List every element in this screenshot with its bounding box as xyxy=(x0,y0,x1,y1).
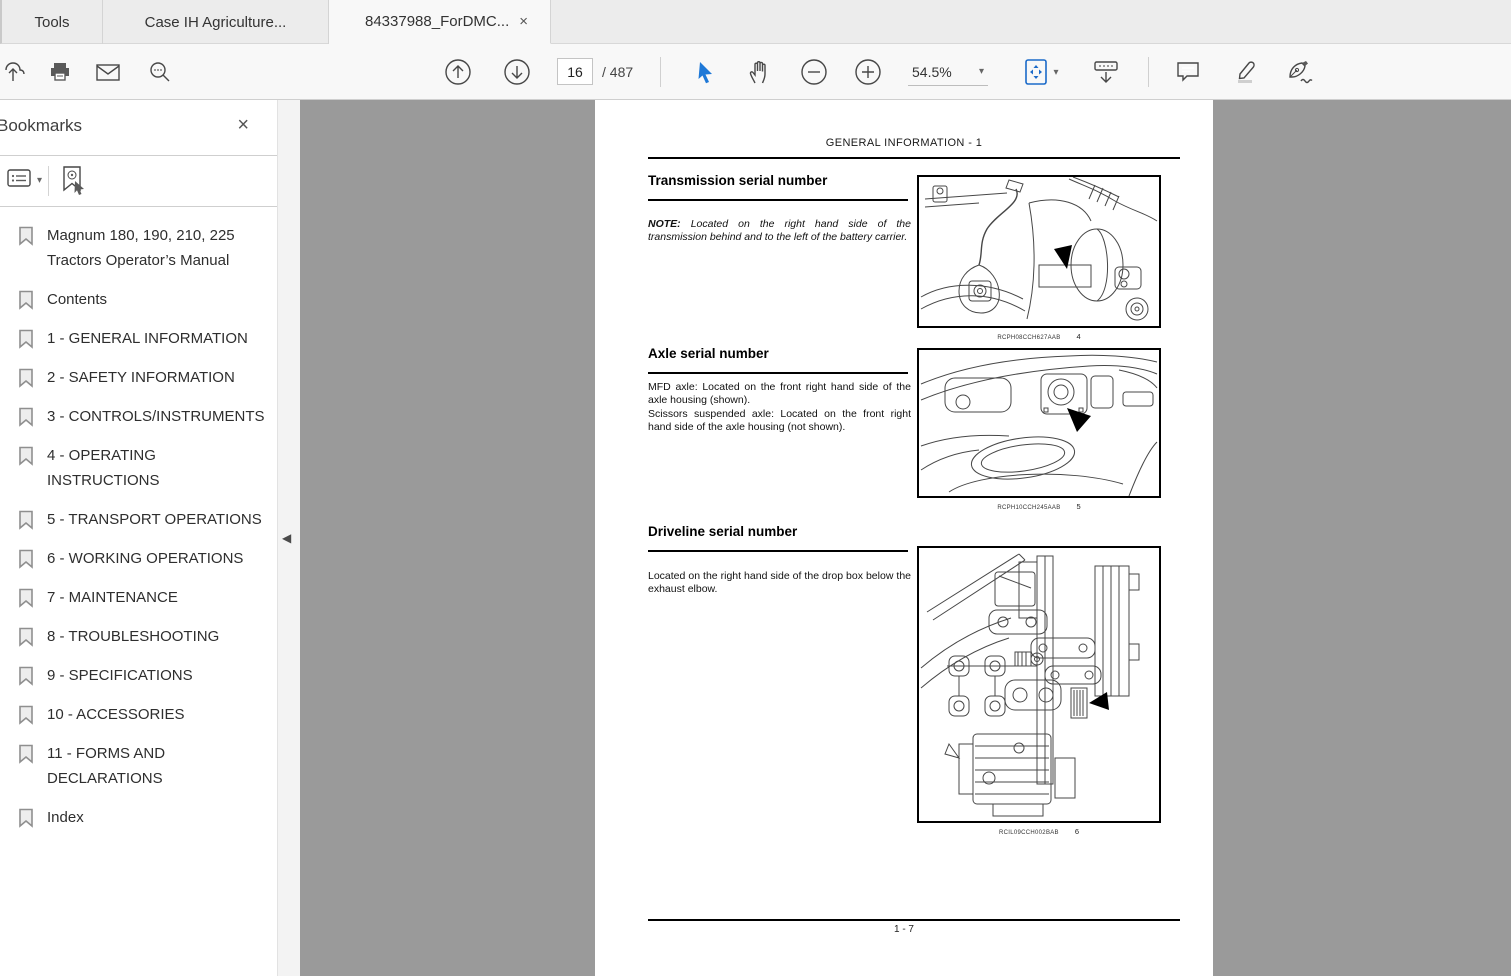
panel-tool-divider xyxy=(48,166,49,196)
figure-caption-driveline: RCIL09CCH002BAB 6 xyxy=(998,827,1080,836)
chevron-down-icon: ▾ xyxy=(37,175,43,186)
figure-caption-axle: RCPH10CCH245AAB 5 xyxy=(997,502,1081,511)
tab-close-icon[interactable]: × xyxy=(519,14,528,29)
print-icon xyxy=(48,60,72,84)
expand-current-bookmark-button[interactable] xyxy=(58,164,88,201)
arrow-up-circle-icon xyxy=(444,58,472,86)
tab-tools[interactable]: Tools xyxy=(2,0,103,44)
document-canvas: GENERAL INFORMATION - 1 Transmission ser… xyxy=(300,100,1511,976)
arrow-down-circle-icon xyxy=(503,58,531,86)
section-text-axle-scissors: Scissors suspended axle: Located on the … xyxy=(648,408,911,433)
toolbar-divider xyxy=(1148,57,1149,87)
bookmarks-panel-title: Bookmarks xyxy=(0,116,83,135)
figure-transmission xyxy=(917,175,1161,328)
sidebar-item-safety-information[interactable]: 2 - SAFETY INFORMATION xyxy=(12,365,269,390)
sidebar-item-contents[interactable]: Contents xyxy=(12,287,269,312)
sidebar-item-general-information[interactable]: 1 - GENERAL INFORMATION xyxy=(12,326,269,351)
figure-caption-transmission: RCPH08CCH627AAB 4 xyxy=(997,332,1081,341)
tab-tools-label: Tools xyxy=(34,13,70,31)
chevron-down-icon: ▾ xyxy=(1053,66,1059,78)
minus-circle-icon xyxy=(800,58,828,86)
section-rule xyxy=(648,372,908,374)
highlight-button[interactable] xyxy=(1229,56,1261,88)
section-text-driveline: Located on the right hand side of the dr… xyxy=(648,570,911,595)
options-list-icon xyxy=(6,167,32,194)
sidebar-item-working-operations[interactable]: 6 - WORKING OPERATIONS xyxy=(12,546,269,571)
bookmarks-close-icon[interactable]: × xyxy=(237,114,249,137)
section-heading-transmission: Transmission serial number xyxy=(648,173,828,188)
bookmarks-list: Magnum 180, 190, 210, 225 Tractors Opera… xyxy=(0,207,277,830)
print-button[interactable] xyxy=(44,56,76,88)
select-tool-button[interactable] xyxy=(690,56,722,88)
tab-current-document-label: 84337988_ForDMC... xyxy=(365,13,510,30)
sidebar-item-troubleshooting[interactable]: 8 - TROUBLESHOOTING xyxy=(12,624,269,649)
header-rule xyxy=(648,157,1180,159)
comment-icon xyxy=(1175,60,1201,84)
section-note-transmission: NOTE: Located on the right hand side of … xyxy=(648,218,911,243)
tab-case-ih-label: Case IH Agriculture... xyxy=(144,13,287,31)
previous-page-button[interactable] xyxy=(442,56,474,88)
driveline-drawing xyxy=(920,553,1140,817)
toolbar-divider xyxy=(660,57,661,87)
chevron-down-icon: ▾ xyxy=(978,66,984,77)
panel-resize-strip: ◀ xyxy=(277,100,300,976)
section-rule xyxy=(648,550,908,552)
zoom-out-button[interactable] xyxy=(798,56,830,88)
bookmarks-options-button[interactable]: ▾ xyxy=(6,167,42,194)
section-heading-driveline: Driveline serial number xyxy=(648,524,798,539)
search-button[interactable] xyxy=(144,56,176,88)
bookmark-target-icon xyxy=(58,166,88,200)
axle-drawing xyxy=(920,354,1158,496)
footer-rule xyxy=(648,919,1180,921)
sidebar-item-maintenance[interactable]: 7 - MAINTENANCE xyxy=(12,585,269,610)
section-heading-axle: Axle serial number xyxy=(648,346,769,361)
main-toolbar: / 487 54.5% ▾ ▾ xyxy=(0,44,1511,100)
fit-page-icon xyxy=(1023,58,1049,86)
zoom-level-dropdown[interactable]: 54.5% ▾ xyxy=(908,58,988,86)
cursor-icon xyxy=(695,60,717,84)
page-number-footer: 1 - 7 xyxy=(893,924,914,935)
search-icon xyxy=(148,60,172,84)
page-number-input[interactable] xyxy=(557,58,593,85)
share-icon xyxy=(2,60,26,84)
bookmarks-panel: Bookmarks × ▾ Magnum 180, 190, 210, 225 … xyxy=(0,100,277,976)
pdf-page: GENERAL INFORMATION - 1 Transmission ser… xyxy=(595,100,1213,976)
plus-circle-icon xyxy=(854,58,882,86)
page-total-label: / 487 xyxy=(602,64,634,80)
fill-sign-pen-icon xyxy=(1285,59,1315,85)
sidebar-item-accessories[interactable]: 10 - ACCESSORIES xyxy=(12,702,269,727)
sidebar-item-controls-instruments[interactable]: 3 - CONTROLS/INSTRUMENTS xyxy=(12,404,269,429)
transmission-drawing xyxy=(920,177,1158,321)
tab-bar: Tools Case IH Agriculture... 84337988_Fo… xyxy=(0,0,1511,44)
dock-toolbar-icon xyxy=(1092,59,1120,85)
email-button[interactable] xyxy=(92,56,124,88)
toolbar-dock-button[interactable] xyxy=(1090,56,1122,88)
sidebar-item-forms-and-declarations[interactable]: 11 - FORMS AND DECLARATIONS xyxy=(12,741,269,791)
next-page-button[interactable] xyxy=(501,56,533,88)
sidebar-item-specifications[interactable]: 9 - SPECIFICATIONS xyxy=(12,663,269,688)
tab-case-ih-agriculture[interactable]: Case IH Agriculture... xyxy=(103,0,329,44)
share-button[interactable] xyxy=(0,56,30,88)
hand-icon xyxy=(748,59,772,85)
sidebar-collapse-button[interactable]: ◀ xyxy=(282,528,297,548)
hand-tool-button[interactable] xyxy=(744,56,776,88)
section-text-axle-mfd: MFD axle: Located on the front right han… xyxy=(648,381,911,406)
sidebar-item-operating-instructions[interactable]: 4 - OPERATING INSTRUCTIONS xyxy=(12,443,269,493)
highlighter-icon xyxy=(1232,59,1258,85)
email-icon xyxy=(95,60,121,84)
zoom-level-value: 54.5% xyxy=(912,63,952,80)
sidebar-item-manual-title[interactable]: Magnum 180, 190, 210, 225 Tractors Opera… xyxy=(12,223,269,273)
sidebar-item-transport-operations[interactable]: 5 - TRANSPORT OPERATIONS xyxy=(12,507,269,532)
fill-sign-button[interactable] xyxy=(1284,56,1316,88)
page-running-header: GENERAL INFORMATION - 1 xyxy=(825,137,983,149)
tab-current-document[interactable]: 84337988_ForDMC... × xyxy=(329,0,551,44)
comment-button[interactable] xyxy=(1172,56,1204,88)
sidebar-item-index[interactable]: Index xyxy=(12,805,269,830)
section-rule xyxy=(648,199,908,201)
figure-driveline xyxy=(917,546,1161,823)
figure-axle xyxy=(917,348,1161,498)
fit-page-dropdown[interactable]: ▾ xyxy=(1018,56,1064,88)
zoom-in-button[interactable] xyxy=(852,56,884,88)
